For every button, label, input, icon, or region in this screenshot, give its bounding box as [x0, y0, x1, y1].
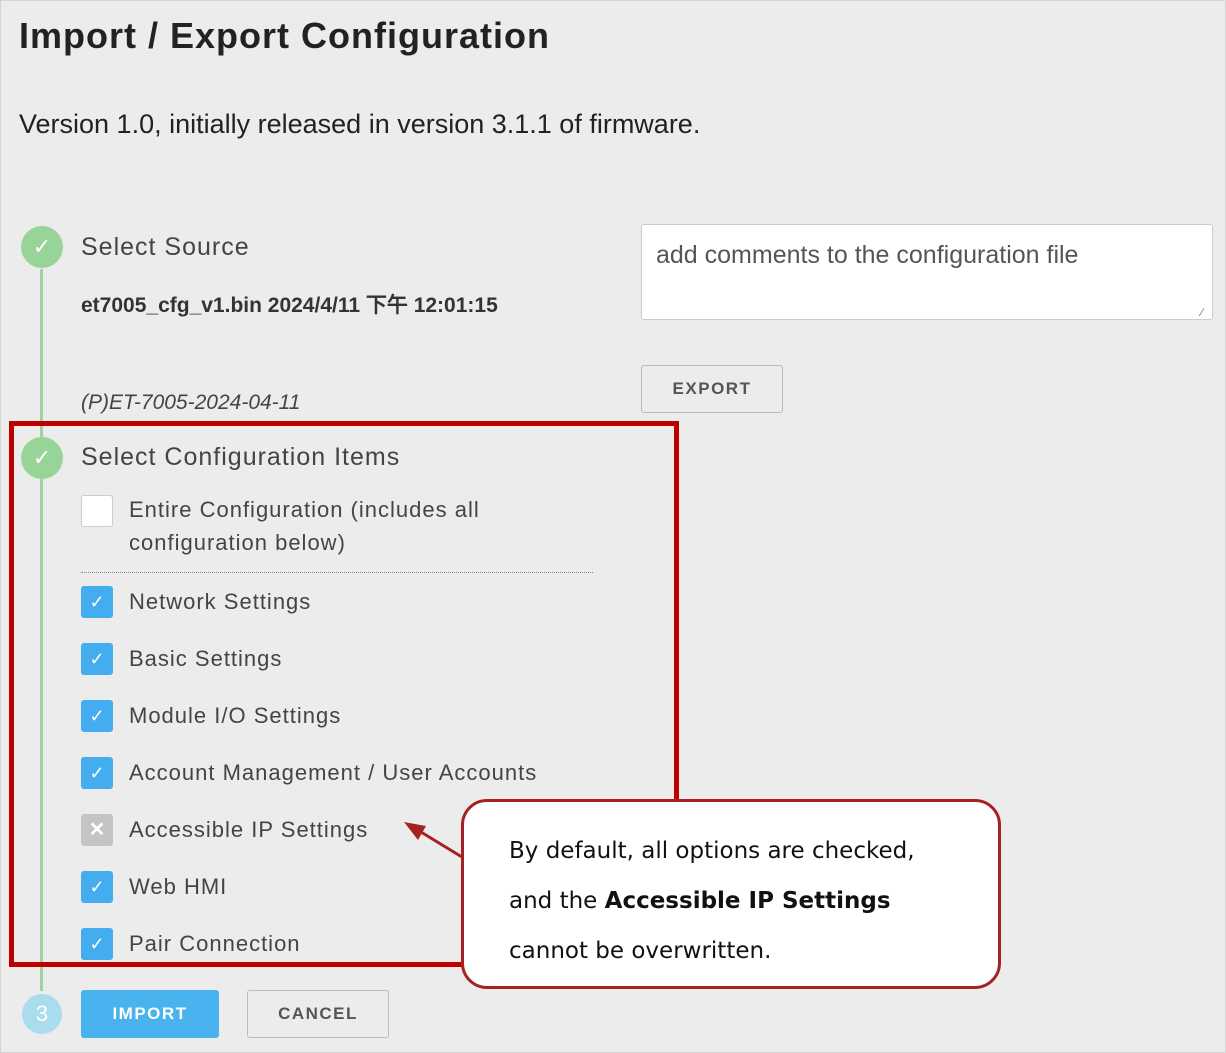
resize-grip-icon[interactable]: ∕ — [1201, 307, 1203, 319]
callout-line-2: and the Accessible IP Settings — [509, 876, 968, 926]
import-export-panel: Import / Export Configuration Version 1.… — [0, 0, 1226, 1053]
step-1-title: Select Source — [81, 233, 250, 261]
version-text: Version 1.0, initially released in versi… — [19, 109, 701, 139]
callout-line-2-prefix: and the — [509, 888, 605, 914]
comments-textarea[interactable] — [641, 224, 1213, 320]
cancel-button[interactable]: CANCEL — [247, 990, 389, 1038]
callout-line-2-bold: Accessible IP Settings — [604, 888, 891, 914]
export-button[interactable]: EXPORT — [641, 365, 783, 413]
step-1-check-icon: ✓ — [21, 226, 63, 268]
page-title: Import / Export Configuration — [19, 15, 550, 56]
annotation-callout: By default, all options are checked, and… — [461, 799, 1001, 989]
callout-line-3: cannot be overwritten. — [509, 938, 772, 964]
step-3-number: 3 — [22, 994, 62, 1034]
import-button[interactable]: IMPORT — [81, 990, 219, 1038]
step-connector-1 — [40, 269, 43, 439]
callout-line-1: By default, all options are checked, — [509, 838, 915, 864]
source-file-name: et7005_cfg_v1.bin 2024/4/11 下午 12:01:15 — [81, 294, 498, 317]
source-tag: (P)ET-7005-2024-04-11 — [81, 391, 301, 414]
